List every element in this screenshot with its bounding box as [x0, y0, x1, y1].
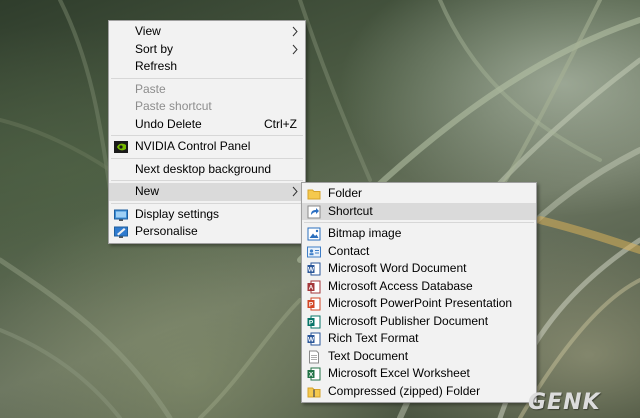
menu-item-label: Paste: [135, 81, 166, 96]
text-icon: [309, 350, 319, 363]
menu-separator: [111, 135, 303, 136]
menu-separator: [111, 157, 303, 159]
publisher-icon: P: [307, 315, 321, 328]
submenu-item-contact[interactable]: Contact: [302, 243, 536, 261]
chevron-right-icon: [292, 26, 298, 37]
menu-item-label: Microsoft Excel Worksheet: [328, 366, 470, 380]
submenu-item-rich-text-format[interactable]: W Rich Text Format: [302, 330, 536, 348]
menu-item-nvidia-control-panel[interactable]: NVIDIA Control Panel: [109, 138, 305, 156]
menu-item-label: Microsoft Word Document: [328, 261, 467, 275]
menu-item-label: Shortcut: [328, 203, 373, 218]
folder-icon: [307, 189, 321, 200]
zip-icon: [307, 387, 321, 397]
keyboard-shortcut: Ctrl+Z: [264, 116, 297, 131]
chevron-right-icon: [292, 186, 298, 197]
shortcut-icon: [307, 205, 321, 218]
menu-item-next-desktop-background[interactable]: Next desktop background: [109, 161, 305, 179]
svg-text:W: W: [308, 337, 315, 344]
menu-item-label: New: [135, 184, 160, 198]
submenu-item-excel-worksheet[interactable]: X Microsoft Excel Worksheet: [302, 365, 536, 383]
menu-item-label: NVIDIA Control Panel: [135, 139, 251, 153]
submenu-item-bitmap-image[interactable]: Bitmap image: [302, 225, 536, 243]
menu-item-label: Next desktop background: [135, 161, 272, 176]
menu-item-personalise[interactable]: Personalise: [109, 223, 305, 241]
menu-item-label: Bitmap image: [328, 226, 402, 240]
genk-watermark: GENK: [528, 390, 601, 415]
menu-item-label: Personalise: [135, 224, 198, 238]
menu-item-label: Refresh: [135, 59, 178, 73]
menu-separator: [111, 202, 303, 204]
menu-item-view[interactable]: View: [109, 23, 305, 41]
submenu-item-publisher-document[interactable]: P Microsoft Publisher Document: [302, 313, 536, 331]
desktop-context-menu: View Sort by Refresh Paste Paste shortcu…: [108, 20, 306, 244]
svg-text:P: P: [309, 319, 314, 326]
menu-separator: [111, 180, 303, 181]
menu-item-label: Microsoft Access Database: [328, 278, 473, 293]
menu-item-label: View: [135, 24, 161, 38]
svg-text:P: P: [309, 302, 314, 309]
menu-separator: [304, 222, 534, 223]
menu-item-label: Rich Text Format: [328, 331, 419, 345]
contact-icon: [307, 246, 321, 257]
menu-item-paste-shortcut[interactable]: Paste shortcut: [109, 98, 305, 116]
menu-item-refresh[interactable]: Refresh: [109, 58, 305, 76]
menu-item-label: Compressed (zipped) Folder: [328, 383, 481, 398]
submenu-item-access-database[interactable]: A Microsoft Access Database: [302, 278, 536, 296]
new-submenu: Folder Shortcut Bitmap image Contact W M…: [301, 182, 537, 403]
access-icon: A: [307, 280, 321, 293]
powerpoint-icon: P: [307, 297, 321, 311]
menu-item-sort-by[interactable]: Sort by: [109, 41, 305, 59]
menu-item-undo-delete[interactable]: Undo Delete Ctrl+Z: [109, 116, 305, 134]
submenu-item-powerpoint-presentation[interactable]: P Microsoft PowerPoint Presentation: [302, 295, 536, 313]
svg-text:X: X: [309, 372, 314, 379]
svg-text:A: A: [309, 284, 314, 291]
submenu-item-text-document[interactable]: Text Document: [302, 348, 536, 366]
svg-text:W: W: [308, 267, 315, 274]
menu-item-label: Microsoft Publisher Document: [328, 313, 489, 328]
menu-item-paste[interactable]: Paste: [109, 81, 305, 99]
submenu-item-folder[interactable]: Folder: [302, 185, 536, 203]
menu-separator: [111, 77, 303, 79]
menu-item-label: Display settings: [135, 206, 220, 221]
menu-item-label: Microsoft PowerPoint Presentation: [328, 296, 513, 310]
submenu-item-word-document[interactable]: W Microsoft Word Document: [302, 260, 536, 278]
menu-item-label: Text Document: [328, 348, 409, 363]
menu-item-label: Folder: [328, 186, 363, 200]
chevron-right-icon: [292, 44, 298, 54]
menu-item-label: Paste shortcut: [135, 99, 212, 113]
submenu-item-compressed-folder[interactable]: Compressed (zipped) Folder: [302, 383, 536, 401]
nvidia-icon: [114, 141, 128, 153]
menu-item-new[interactable]: New: [109, 183, 305, 201]
menu-item-display-settings[interactable]: Display settings: [109, 206, 305, 224]
display-icon: [114, 209, 128, 221]
rtf-icon: W: [307, 332, 321, 346]
personalise-icon: [114, 226, 128, 238]
word-icon: W: [307, 262, 321, 276]
menu-item-label: Sort by: [135, 41, 174, 56]
bitmap-icon: [307, 227, 321, 241]
submenu-item-shortcut[interactable]: Shortcut: [302, 202, 536, 220]
excel-icon: X: [307, 367, 321, 381]
menu-item-label: Contact: [328, 243, 370, 258]
menu-item-label: Undo Delete: [135, 116, 202, 131]
